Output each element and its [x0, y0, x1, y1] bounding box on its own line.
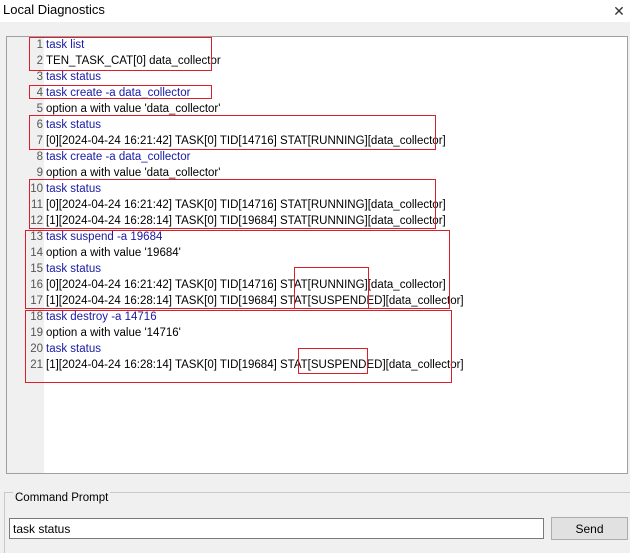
command-line-text: task status	[46, 119, 101, 131]
output-line-text: option a with value 'data_collector'	[46, 167, 221, 179]
log-output-pane[interactable]: 1 task list 2 TEN_TASK_CAT[0] data_collecto…	[6, 36, 628, 474]
line-number: 10	[30, 183, 43, 195]
command-line-text: task create -a data_collector	[46, 87, 191, 99]
command-line-text: task list	[46, 39, 85, 51]
output-line-text: option a with value '19684'	[46, 247, 181, 259]
close-icon[interactable]: ✕	[608, 0, 630, 22]
output-line-text: [1][2024-04-24 16:28:14] TASK[0] TID[196…	[46, 215, 446, 227]
window-title: Local Diagnostics	[3, 2, 105, 17]
line-number: 9	[36, 167, 43, 179]
command-line-text: task suspend -a 19684	[46, 231, 163, 243]
line-number: 12	[30, 215, 43, 227]
line-number: 19	[30, 327, 43, 339]
command-line-text: task status	[46, 263, 101, 275]
output-line-text: TEN_TASK_CAT[0] data_collector	[46, 55, 221, 67]
line-number: 18	[30, 311, 43, 323]
line-number: 13	[30, 231, 43, 243]
command-prompt-label: Command Prompt	[13, 492, 111, 504]
output-line-text: option a with value '14716'	[46, 327, 181, 339]
line-number: 16	[30, 279, 43, 291]
command-line-text: task status	[46, 71, 101, 83]
line-number: 1	[36, 39, 43, 51]
output-line-text: option a with value 'data_collector'	[46, 103, 221, 115]
line-number: 6	[36, 119, 43, 131]
line-number: 2	[36, 55, 43, 67]
command-line-text: task status	[46, 183, 101, 195]
line-number: 5	[36, 103, 43, 115]
send-button[interactable]: Send	[551, 517, 628, 540]
line-number: 7	[36, 135, 43, 147]
line-number: 11	[31, 199, 43, 211]
command-line-text: task destroy -a 14716	[46, 311, 157, 323]
command-line-text: task status	[46, 343, 101, 355]
line-number: 17	[30, 295, 43, 307]
line-number: 20	[30, 343, 43, 355]
command-input[interactable]	[9, 518, 544, 539]
line-number: 4	[36, 87, 43, 99]
output-line-text: [1][2024-04-24 16:28:14] TASK[0] TID[196…	[46, 359, 464, 371]
command-line-text: task create -a data_collector	[46, 151, 191, 163]
title-bar: Local Diagnostics ✕	[0, 0, 630, 22]
output-line-text: [0][2024-04-24 16:21:42] TASK[0] TID[147…	[46, 135, 446, 147]
line-number: 15	[30, 263, 43, 275]
line-number: 8	[36, 151, 43, 163]
line-number: 21	[30, 359, 43, 371]
line-number: 3	[36, 71, 43, 83]
output-line-text: [0][2024-04-24 16:21:42] TASK[0] TID[147…	[46, 199, 446, 211]
output-line-text: [1][2024-04-24 16:28:14] TASK[0] TID[196…	[46, 295, 464, 307]
window-body: 1 task list 2 TEN_TASK_CAT[0] data_collecto…	[0, 22, 630, 553]
output-line-text: [0][2024-04-24 16:21:42] TASK[0] TID[147…	[46, 279, 446, 291]
line-number: 14	[30, 247, 43, 259]
